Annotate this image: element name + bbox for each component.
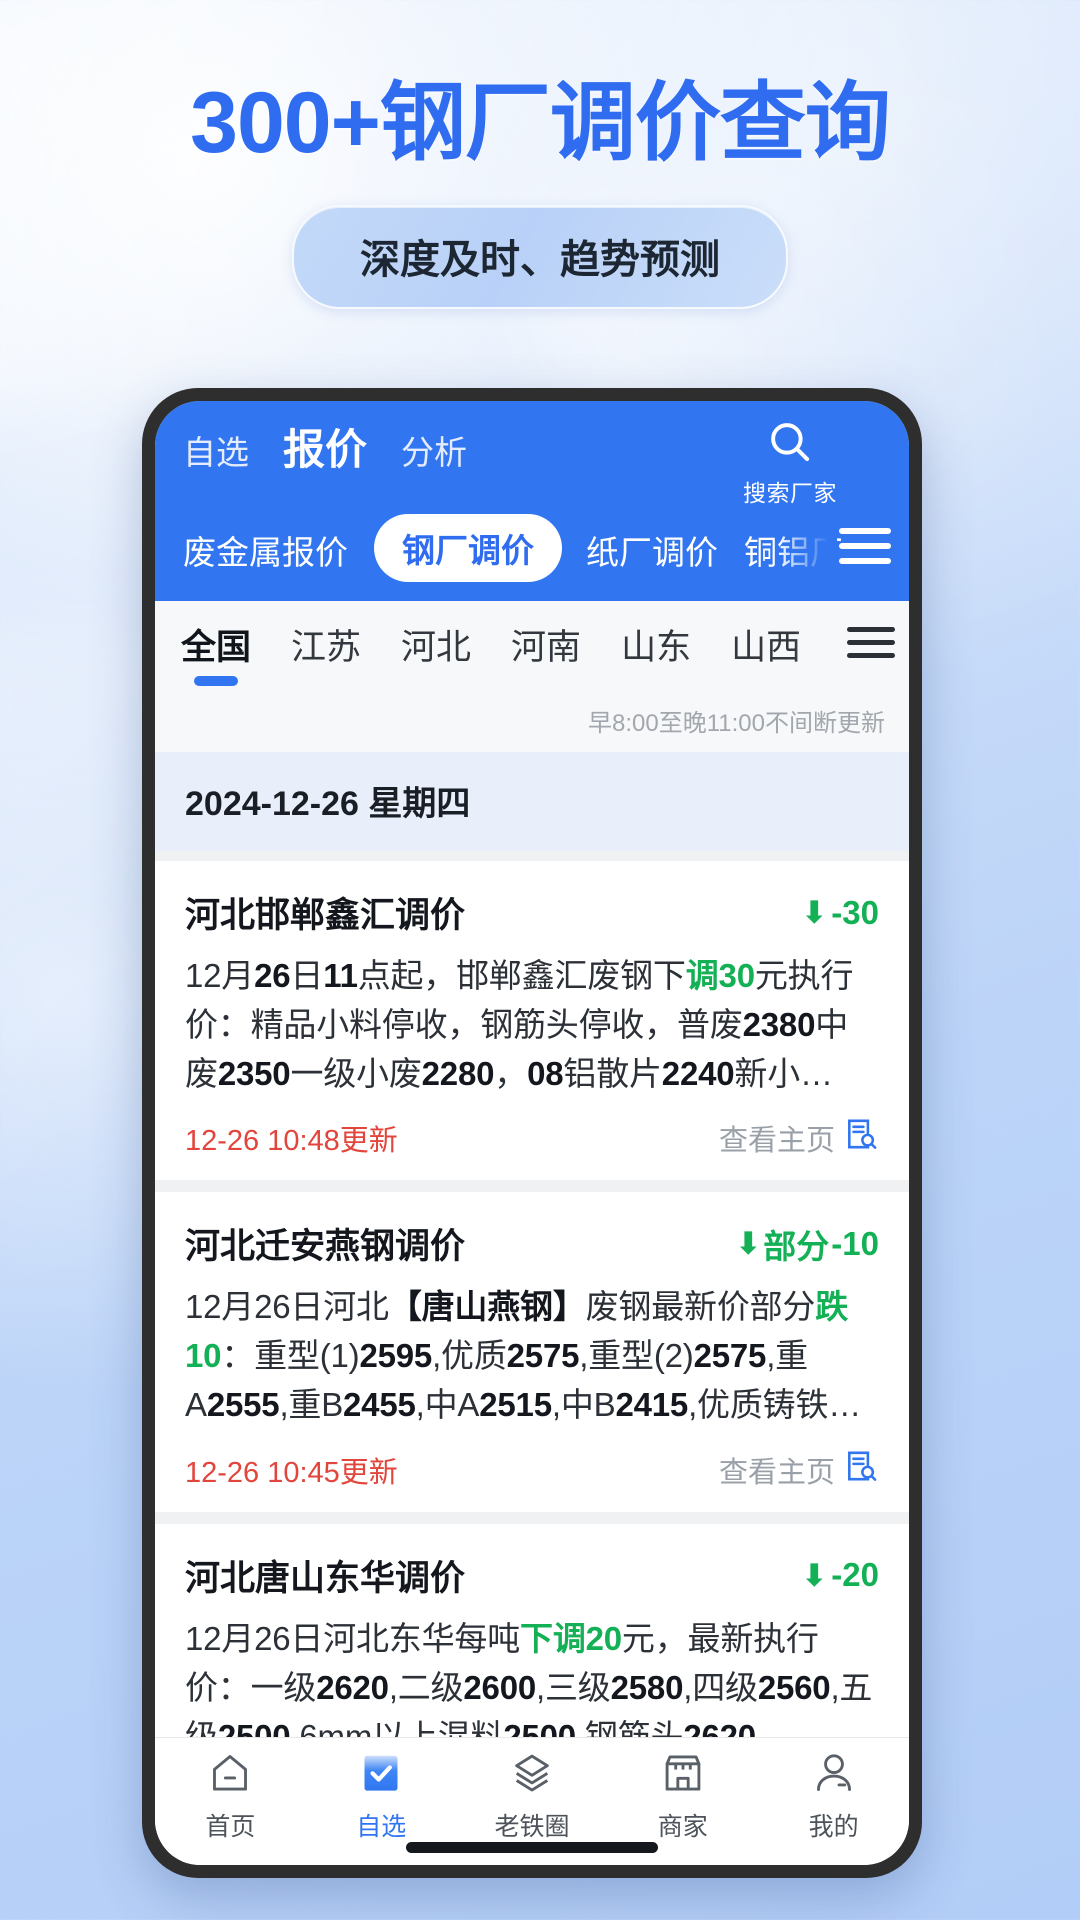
hamburger-menu-icon[interactable]	[839, 528, 891, 564]
nav-item-home[interactable]: 首页	[155, 1750, 306, 1865]
category-zhichang[interactable]: 纸厂调价	[586, 522, 718, 574]
arrow-down-icon: ⬇	[801, 895, 828, 930]
update-schedule-note: 早8:00至晚11:00不间断更新	[588, 710, 885, 737]
search-factory-button[interactable]: 搜索厂家	[715, 417, 865, 508]
card-body: 12月26日11点起，邯郸鑫汇废钢下调30元执行价：精品小料停收，钢筋头停收，普…	[185, 957, 854, 1092]
category-scroll-fade	[777, 505, 837, 587]
region-hebei[interactable]: 河北	[401, 619, 471, 670]
hero-title: 300+钢厂调价查询	[190, 75, 891, 171]
card-footer: 12-26 10:45更新 查看主页	[185, 1448, 879, 1492]
document-search-icon	[843, 1116, 879, 1160]
checkbox-selected-icon	[358, 1750, 404, 1801]
delta-value: -30	[831, 893, 879, 931]
region-jiangsu[interactable]: 江苏	[291, 619, 361, 670]
view-homepage-label: 查看主页	[718, 1125, 835, 1158]
card-body: 12月26日河北【唐山燕钢】废钢最新价部分跌10：重型(1)2595,优质257…	[185, 1288, 862, 1424]
card-title: 河北唐山东华调价	[185, 1558, 466, 1598]
primary-tab-row: 自选 报价 分析 搜索厂家	[155, 417, 909, 508]
layers-icon	[509, 1750, 555, 1801]
region-bar: 全国 江苏 河北 河南 山东 山西 早8:00至晚11:00不间断更新	[155, 601, 909, 752]
card-footer: 12-26 10:48更新 查看主页	[185, 1116, 879, 1160]
arrow-down-icon: ⬇	[801, 1557, 828, 1593]
active-indicator	[194, 676, 238, 686]
home-indicator	[406, 1842, 658, 1853]
nav-item-wode[interactable]: 我的	[758, 1750, 909, 1865]
nav-label: 老铁圈	[494, 1813, 570, 1841]
hero-subtitle-wrap: 深度及时、趋势预测	[0, 205, 1080, 310]
region-shanxi[interactable]: 山西	[731, 619, 801, 670]
card-title: 河北邯郸鑫汇调价	[185, 896, 466, 935]
card-body: 12月26日河北东华每吨下调20元，最新执行价：一级2620,二级2600,三级…	[185, 1619, 873, 1737]
price-feed-list[interactable]: 河北邯郸鑫汇调价 ⬇ -30 12月26日11点起，邯郸鑫汇废钢下调30元执行价…	[155, 851, 909, 1737]
card-header: 河北邯郸鑫汇调价 ⬇ -30	[185, 887, 879, 938]
tab-fenxi[interactable]: 分析	[401, 425, 467, 473]
date-header: 2024-12-26 星期四	[155, 752, 909, 851]
category-feijinshu[interactable]: 废金属报价	[183, 522, 348, 574]
delta-value: -10	[831, 1224, 879, 1262]
tab-baojia[interactable]: 报价	[283, 425, 367, 475]
app-header: 自选 报价 分析 搜索厂家 废金属报价 钢厂调价 纸厂调价	[155, 401, 909, 601]
status-badge: ⬇ 部分 -10	[735, 1220, 879, 1268]
hero-section: 300+钢厂调价查询 深度及时、趋势预测	[0, 0, 1080, 310]
region-quanguo[interactable]: 全国	[181, 619, 252, 686]
nav-label: 我的	[808, 1813, 859, 1841]
document-search-icon	[843, 1448, 879, 1492]
nav-label: 自选	[356, 1813, 407, 1841]
region-scroll-fade	[795, 619, 843, 697]
card-header: 河北迁安燕钢调价 ⬇ 部分 -10	[185, 1218, 879, 1269]
timestamp: 12-26 10:48更新	[185, 1125, 398, 1158]
status-badge: ⬇ -20	[801, 1556, 879, 1594]
card-header: 河北唐山东华调价 ⬇ -20	[185, 1550, 879, 1601]
home-icon	[207, 1750, 253, 1801]
search-label: 搜索厂家	[743, 480, 837, 506]
region-shandong[interactable]: 山东	[621, 619, 691, 670]
nav-label: 商家	[657, 1813, 708, 1841]
timestamp: 12-26 10:45更新	[185, 1456, 398, 1489]
phone-screen: 自选 报价 分析 搜索厂家 废金属报价 钢厂调价 纸厂调价 全国 江苏 河北 河…	[155, 401, 909, 1865]
nav-label: 首页	[205, 1813, 256, 1841]
card-title: 河北迁安燕钢调价	[185, 1227, 466, 1267]
region-label: 全国	[181, 628, 252, 667]
table-row[interactable]: 河北唐山东华调价 ⬇ -20 12月26日河北东华每吨下调20元，最新执行价：一…	[155, 1523, 909, 1737]
phone-mockup: 自选 报价 分析 搜索厂家 废金属报价 钢厂调价 纸厂调价 全国 江苏 河北 河…	[142, 388, 922, 1878]
view-homepage-link[interactable]: 查看主页	[719, 1116, 879, 1160]
delta-value: -20	[831, 1556, 879, 1594]
region-tab-row: 全国 江苏 河北 河南 山东 山西	[155, 619, 909, 697]
category-tab-row: 废金属报价 钢厂调价 纸厂调价 铜铝厂	[155, 505, 909, 587]
view-homepage-link[interactable]: 查看主页	[719, 1448, 879, 1492]
view-homepage-label: 查看主页	[718, 1456, 835, 1489]
region-hamburger-menu-icon[interactable]	[847, 627, 895, 658]
delta-prefix: 部分	[763, 1227, 830, 1265]
status-badge: ⬇ -30	[801, 894, 879, 932]
table-row[interactable]: 河北迁安燕钢调价 ⬇ 部分 -10 12月26日河北【唐山燕钢】废钢最新价部分跌…	[155, 1192, 909, 1512]
search-icon	[765, 417, 815, 472]
arrow-down-icon: ⬇	[735, 1226, 762, 1262]
category-gangchang[interactable]: 钢厂调价	[374, 514, 562, 582]
region-henan[interactable]: 河南	[511, 619, 581, 670]
hero-subtitle-pill: 深度及时、趋势预测	[292, 205, 788, 310]
person-icon	[811, 1750, 857, 1801]
table-row[interactable]: 河北邯郸鑫汇调价 ⬇ -30 12月26日11点起，邯郸鑫汇废钢下调30元执行价…	[155, 861, 909, 1181]
shop-icon	[660, 1750, 706, 1801]
tab-zixuan[interactable]: 自选	[183, 425, 249, 473]
